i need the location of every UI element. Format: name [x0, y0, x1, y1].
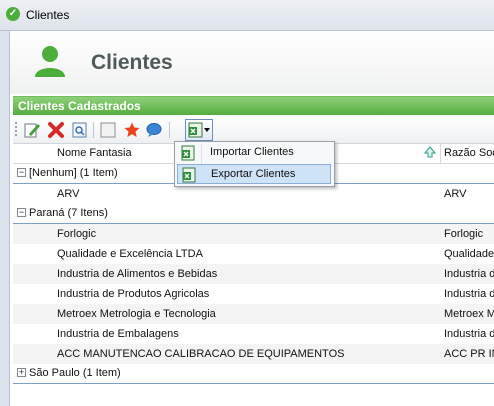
menu-item-importar-clientes[interactable]: Importar Clientes	[177, 143, 331, 163]
cell-razao-social: Forlogic	[444, 228, 484, 240]
comment-icon[interactable]	[145, 121, 163, 139]
app-icon: ✓	[6, 7, 20, 21]
excel-export-icon	[188, 122, 203, 138]
title-bar: ✓ Clientes	[0, 0, 494, 31]
table-row[interactable]: ARV ARV	[13, 184, 494, 204]
table-row[interactable]: Industria de Alimentos e Bebidas Industr…	[13, 264, 494, 284]
cell-nome-fantasia: Metroex Metrologia e Tecnologia	[57, 308, 216, 320]
excel-import-icon	[181, 145, 195, 161]
column-header-razao-social[interactable]: Razão Soc	[444, 147, 494, 159]
cell-razao-social: ACC PR IN	[444, 348, 494, 360]
delete-icon[interactable]	[47, 121, 65, 139]
table-row[interactable]: ACC MANUTENCAO CALIBRACAO DE EQUIPAMENTO…	[13, 344, 494, 364]
table-row[interactable]: Metroex Metrologia e Tecnologia Metroex …	[13, 304, 494, 324]
expand-icon[interactable]: +	[17, 368, 26, 377]
menu-item-exportar-clientes[interactable]: Exportar Clientes	[177, 164, 331, 184]
edit-icon[interactable]	[23, 121, 41, 139]
cell-nome-fantasia: ACC MANUTENCAO CALIBRACAO DE EQUIPAMENTO…	[57, 348, 345, 360]
export-dropdown-menu: Importar Clientes Exportar Clientes	[174, 141, 335, 187]
cell-razao-social: Industria de	[444, 328, 494, 340]
client-grid-body: − [Nenhum] (1 Item) ARV ARV − Paraná (7 …	[13, 164, 494, 406]
table-row[interactable]: Forlogic Forlogic	[13, 224, 494, 244]
grid-toolbar	[13, 117, 494, 144]
cell-razao-social: Industria de	[444, 268, 494, 280]
toolbar-separator	[93, 122, 94, 138]
cell-nome-fantasia: ARV	[57, 188, 80, 200]
cell-nome-fantasia: Industria de Alimentos e Bebidas	[57, 268, 218, 280]
cell-razao-social: Metroex Me	[444, 308, 494, 320]
cell-nome-fantasia: Qualidade e Excelência LTDA	[57, 248, 203, 260]
toolbar-grip[interactable]	[15, 122, 17, 138]
toolbar-separator	[169, 122, 170, 138]
favorite-icon[interactable]	[123, 121, 141, 139]
page-header: Clientes	[10, 31, 494, 94]
grid-caption: Clientes Cadastrados	[13, 96, 494, 115]
group-label: São Paulo (1 Item)	[29, 367, 121, 379]
blank-icon[interactable]	[99, 121, 117, 139]
group-label: Paraná (7 Itens)	[29, 207, 108, 219]
cell-nome-fantasia: Industria de Embalagens	[57, 328, 179, 340]
menu-item-label: Exportar Clientes	[211, 168, 296, 180]
export-dropdown-button[interactable]	[185, 119, 213, 141]
cell-razao-social: Qualidade	[444, 248, 494, 260]
left-pane-edge	[0, 31, 10, 406]
column-header-nome-fantasia[interactable]: Nome Fantasia	[57, 147, 132, 159]
group-row[interactable]: + São Paulo (1 Item)	[13, 364, 494, 384]
collapse-icon[interactable]: −	[17, 208, 26, 217]
table-row[interactable]: Industria de Produtos Agricolas Industri…	[13, 284, 494, 304]
cell-nome-fantasia: Forlogic	[57, 228, 97, 240]
cell-nome-fantasia: Industria de Produtos Agricolas	[57, 288, 210, 300]
user-icon	[35, 46, 65, 77]
group-label: [Nenhum] (1 Item)	[29, 167, 118, 179]
page-title: Clientes	[91, 51, 173, 74]
table-row[interactable]: Qualidade e Excelência LTDA Qualidade	[13, 244, 494, 264]
collapse-icon[interactable]: −	[17, 168, 26, 177]
cell-razao-social: ARV	[444, 188, 467, 200]
chevron-down-icon	[204, 128, 210, 132]
column-divider[interactable]	[440, 144, 441, 163]
sort-icon[interactable]	[424, 146, 436, 158]
excel-export-icon	[182, 167, 196, 183]
window-title: Clientes	[26, 8, 70, 22]
group-row[interactable]: − Paraná (7 Itens)	[13, 204, 494, 224]
table-row[interactable]: Industria de Embalagens Industria de	[13, 324, 494, 344]
cell-razao-social: Industria de	[444, 288, 494, 300]
menu-item-label: Importar Clientes	[210, 146, 294, 158]
preview-icon[interactable]	[71, 121, 89, 139]
